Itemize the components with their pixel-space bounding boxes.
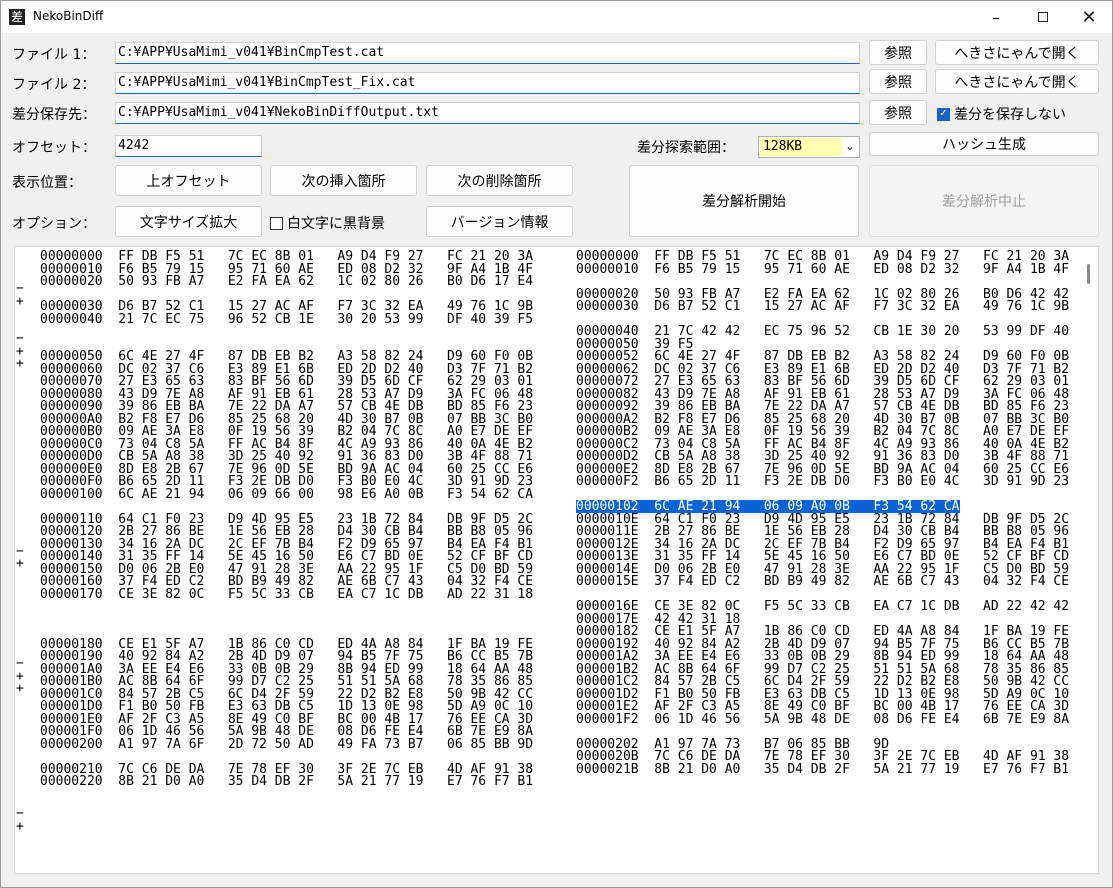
left-hex-row: 00000020 50 93 FB A7 E2 FA EA 62 1C 02 8…	[40, 274, 534, 289]
left-hex-row: 00000040 21 7C EC 75 96 52 CB 1E 30 20 5…	[40, 311, 534, 327]
right-hex-row: 00000030 D6 B7 52 C1 15 27 AC AF F7 3C 3…	[576, 299, 1070, 314]
app-icon: 差	[9, 9, 25, 25]
insert-marker: +	[16, 293, 24, 309]
position-label: 表示位置：	[12, 175, 82, 191]
file2-label: ファイル 2：	[12, 77, 96, 93]
options-label: オプション：	[12, 216, 96, 232]
insert-marker: +	[16, 556, 24, 571]
insert-marker: +	[16, 681, 24, 696]
no-save-label: 差分を保存しない	[954, 107, 1066, 123]
right-hex-row: 00000010 F6 B5 79 15 95 71 60 AE ED 08 D…	[576, 261, 1070, 277]
right-hex-row: 0000021B 8B 21 D0 A0 35 D4 DB 2F 5A 21 7…	[576, 761, 1070, 777]
left-hex-row: 00000100 6C AE 21 94 06 09 66 00 98 E6 A…	[40, 486, 534, 502]
left-hex-row: 00000170 CE 3E 82 0C F5 5C 33 CB EA C7 1…	[40, 586, 534, 602]
maximize-icon[interactable]	[1020, 1, 1066, 33]
output-path-field[interactable]: C:¥APP¥UsaMimi_v041¥NekoBinDiffOutput.tx…	[115, 102, 860, 124]
hash-generate-button[interactable]: ハッシュ生成	[869, 132, 1099, 156]
range-value: 128KB	[760, 138, 842, 156]
up-offset-button[interactable]: 上オフセット	[115, 165, 262, 196]
next-insert-button[interactable]: 次の挿入箇所	[270, 165, 417, 196]
file1-label: ファイル 1：	[12, 47, 96, 63]
left-hex-row: 00000220 8B 21 D0 A0 35 D4 DB 2F 5A 21 7…	[40, 774, 534, 789]
chevron-down-icon: ⌄	[844, 139, 855, 153]
app-window: 差 NekoBinDiff – ✕ ファイル 1： C:¥APP¥UsaMimi…	[0, 0, 1113, 888]
file1-path-field[interactable]: C:¥APP¥UsaMimi_v041¥BinCmpTest.cat	[115, 42, 860, 64]
insert-marker: +	[16, 356, 24, 371]
no-save-checkbox[interactable]: ✓ 差分を保存しない	[937, 104, 1066, 124]
version-info-button[interactable]: バージョン情報	[426, 206, 573, 237]
diff-view[interactable]: − + − + + − + − + + − + 00000000 FF DB F5 51 7C EC …	[14, 246, 1099, 874]
white-on-black-checkbox[interactable]: 白文字に黒背景	[270, 213, 385, 233]
checkbox-checked-icon: ✓	[937, 107, 950, 121]
file2-open-hex-button[interactable]: へきさにゃんで開く	[935, 69, 1099, 94]
range-dropdown[interactable]: 128KB ⌄	[758, 136, 860, 158]
stop-diff-button[interactable]: 差分解析中止	[869, 165, 1099, 237]
insert-marker: +	[16, 818, 24, 834]
checkbox-unchecked-icon	[270, 216, 283, 230]
close-icon[interactable]: ✕	[1066, 1, 1112, 33]
output-browse-button[interactable]: 参照	[869, 100, 927, 125]
next-delete-button[interactable]: 次の削除箇所	[426, 165, 573, 196]
font-size-up-button[interactable]: 文字サイズ拡大	[115, 206, 262, 237]
file2-browse-button[interactable]: 参照	[869, 69, 927, 94]
minimize-icon[interactable]: –	[973, 1, 1019, 33]
file2-path-field[interactable]: C:¥APP¥UsaMimi_v041¥BinCmpTest_Fix.cat	[115, 72, 860, 94]
range-label: 差分探索範囲：	[637, 140, 735, 156]
scrollbar-thumb[interactable]	[1087, 264, 1090, 284]
right-hex-row: 000001F2 06 1D 46 56 5A 9B 48 DE 08 D6 F…	[576, 711, 1070, 727]
start-diff-button[interactable]: 差分解析開始	[629, 165, 859, 237]
right-hex-row: 0000015E 37 F4 ED C2 BD B9 49 82 AE 6B C…	[576, 574, 1070, 589]
output-label: 差分保存先：	[12, 107, 96, 123]
title-bar: 差 NekoBinDiff – ✕	[1, 1, 1112, 33]
offset-label: オフセット：	[12, 140, 96, 156]
white-on-black-label: 白文字に黒背景	[287, 216, 385, 232]
file1-open-hex-button[interactable]: へきさにゃんで開く	[935, 40, 1099, 65]
vertical-scrollbar[interactable]	[1085, 256, 1093, 866]
right-hex-row: 000000F2 B6 65 2D 11 F3 2E DB D0 F3 B0 E…	[576, 474, 1070, 489]
file1-browse-button[interactable]: 参照	[869, 40, 927, 65]
offset-field[interactable]: 4242	[115, 135, 262, 157]
left-hex-row: 00000200 A1 97 7A 6F 2D 72 50 AD 49 FA 7…	[40, 736, 534, 752]
window-title: NekoBinDiff	[33, 9, 104, 23]
